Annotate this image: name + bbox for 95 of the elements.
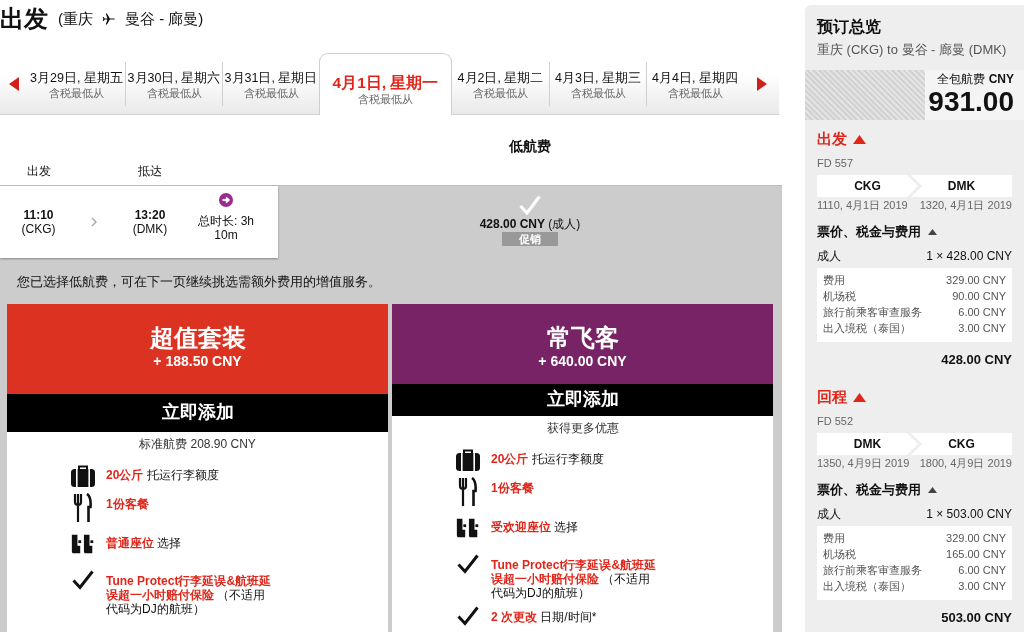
date-tab[interactable]: 3月30日, 星期六 含税最低从 <box>125 62 222 106</box>
origin-airport-chip: CKG <box>817 175 918 197</box>
fees-title: 票价、税金与费用 <box>817 481 921 499</box>
package-subtitle: 获得更多优惠 <box>545 420 620 436</box>
fee-label: 出入境税（泰国） <box>823 321 911 336</box>
column-header: 抵达 <box>137 164 163 180</box>
add-now-button[interactable]: 立即添加 <box>392 383 773 416</box>
arrival-time: 13:20 <box>133 208 167 222</box>
summary-route: 重庆 (CKG) to 曼谷 - 廊曼 (DMK) <box>817 41 1008 59</box>
fee-label: 旅行前乘客审查服务 <box>823 305 922 320</box>
arrival-datetime: 1800, 4月9日 2019 <box>919 456 1012 471</box>
departure-datetime: 1350, 4月9日 2019 <box>817 456 910 471</box>
arrival-airport-code: (DMK) <box>131 222 169 236</box>
date-tab[interactable]: 4月4日, 星期四 含税最低从 <box>646 62 743 106</box>
check-icon <box>72 570 94 590</box>
fee-amount: 165.00 CNY <box>946 547 1006 562</box>
fee-label: 机场税 <box>823 289 856 304</box>
feature-text: Tune Protect行李延误&航班延误超一小时赔付保险 （不适用代码为DJ的航班） <box>491 557 658 600</box>
date-tab[interactable]: 3月29日, 星期五 含税最低从 <box>28 62 125 106</box>
fee-amount: 3.00 CNY <box>958 579 1006 594</box>
caret-up-icon[interactable] <box>928 229 937 235</box>
feature-text: 1份客餐 <box>491 480 535 495</box>
flight-number: FD 557 <box>817 156 855 170</box>
fork-knife-icon <box>73 493 93 523</box>
fee-amount: 3.00 CNY <box>958 321 1006 336</box>
fees-title: 票价、税金与费用 <box>817 223 921 241</box>
fare-price[interactable]: 428.00 CNY (成人) <box>479 217 581 232</box>
leg-title: 回程 <box>817 388 847 406</box>
fork-knife-icon <box>458 477 478 507</box>
check-icon <box>457 554 479 574</box>
check-icon <box>457 606 479 626</box>
package-title: 常飞客 <box>545 324 620 352</box>
destination-airport-chip: CKG <box>911 433 1012 455</box>
leg-subtotal: 428.00 CNY <box>940 352 1012 368</box>
fee-amount: 329.00 CNY <box>946 273 1006 288</box>
package-title: 超值套装 <box>148 324 247 352</box>
caret-up-icon[interactable] <box>853 134 866 144</box>
fare-column-title: 低航费 <box>508 137 552 156</box>
seat-icon <box>455 516 481 540</box>
suitcase-icon <box>455 448 481 472</box>
feature-text: 20公斤 托运行李额度 <box>106 467 220 482</box>
package-subtitle: 标准航费 208.90 CNY <box>138 436 257 452</box>
total-amount: 931.00 <box>927 86 1014 118</box>
passenger-fare: 1 × 503.00 CNY <box>926 506 1012 523</box>
seat-icon <box>70 532 96 556</box>
date-tab[interactable]: 4月1日, 星期一 含税最低从 <box>319 53 452 115</box>
package-price: + 188.50 CNY <box>152 352 243 370</box>
column-header: 出发 <box>25 164 52 180</box>
total-label: 全包航费 CNY <box>936 71 1014 86</box>
departure-datetime: 1110, 4月1日 2019 <box>817 198 908 213</box>
promo-badge: 促销 <box>502 232 558 246</box>
airplane-icon <box>102 12 116 26</box>
fee-amount: 6.00 CNY <box>958 305 1006 320</box>
departure-time: 11:10 <box>22 208 55 222</box>
summary-title: 预订总览 <box>817 17 882 37</box>
suitcase-icon <box>70 464 96 488</box>
fee-amount: 90.00 CNY <box>952 289 1006 304</box>
leg-subtotal: 503.00 CNY <box>940 610 1012 626</box>
caret-up-icon[interactable] <box>928 487 937 493</box>
feature-text: 普通座位 选择 <box>106 535 183 550</box>
flight-duration: 总时长: 3h 10m <box>197 213 255 242</box>
feature-text: Tune Protect行李延误&航班延误超一小时赔付保险 （不适用代码为DJ的航班） <box>106 573 273 616</box>
date-tab[interactable]: 4月2日, 星期二 含税最低从 <box>452 62 549 106</box>
fee-label: 费用 <box>823 531 845 546</box>
right-arrow-icon[interactable] <box>757 76 767 91</box>
fee-label: 费用 <box>823 273 845 288</box>
route-origin: (重庆 <box>58 9 93 29</box>
feature-text: 20公斤 托运行李额度 <box>491 451 605 466</box>
passenger-type: 成人 <box>817 248 841 265</box>
fee-label: 机场税 <box>823 547 856 562</box>
selection-notice: 您已选择低航费，可在下一页继续挑选需额外费用的增值服务。 <box>17 274 382 290</box>
feature-text: 受欢迎座位 选择 <box>491 519 580 534</box>
arrow-circle-icon[interactable] <box>219 192 233 207</box>
origin-airport-chip: DMK <box>817 433 918 455</box>
fee-amount: 6.00 CNY <box>958 563 1006 578</box>
caret-up-icon[interactable] <box>853 392 866 402</box>
fee-label: 出入境税（泰国） <box>823 579 911 594</box>
flight-number: FD 552 <box>817 414 855 428</box>
passenger-fare: 1 × 428.00 CNY <box>926 248 1012 265</box>
fee-label: 旅行前乘客审查服务 <box>823 563 922 578</box>
route-destination: 曼谷 - 廊曼) <box>125 9 204 29</box>
feature-text: 2 次更改 日期/时间* <box>491 609 598 624</box>
chevron-right-icon <box>90 217 97 227</box>
add-now-button[interactable]: 立即添加 <box>7 394 388 432</box>
passenger-type: 成人 <box>817 506 841 523</box>
arrival-datetime: 1320, 4月1日 2019 <box>919 198 1012 213</box>
destination-airport-chip: DMK <box>911 175 1012 197</box>
left-arrow-icon[interactable] <box>9 76 19 91</box>
package-price: + 640.00 CNY <box>537 352 628 370</box>
leg-title: 出发 <box>817 130 847 148</box>
departure-airport-code: (CKG) <box>20 222 57 236</box>
feature-text: 1份客餐 <box>106 496 150 511</box>
date-tab[interactable]: 4月3日, 星期三 含税最低从 <box>549 62 646 106</box>
page-title: 出发 <box>0 4 48 34</box>
fee-amount: 329.00 CNY <box>946 531 1006 546</box>
